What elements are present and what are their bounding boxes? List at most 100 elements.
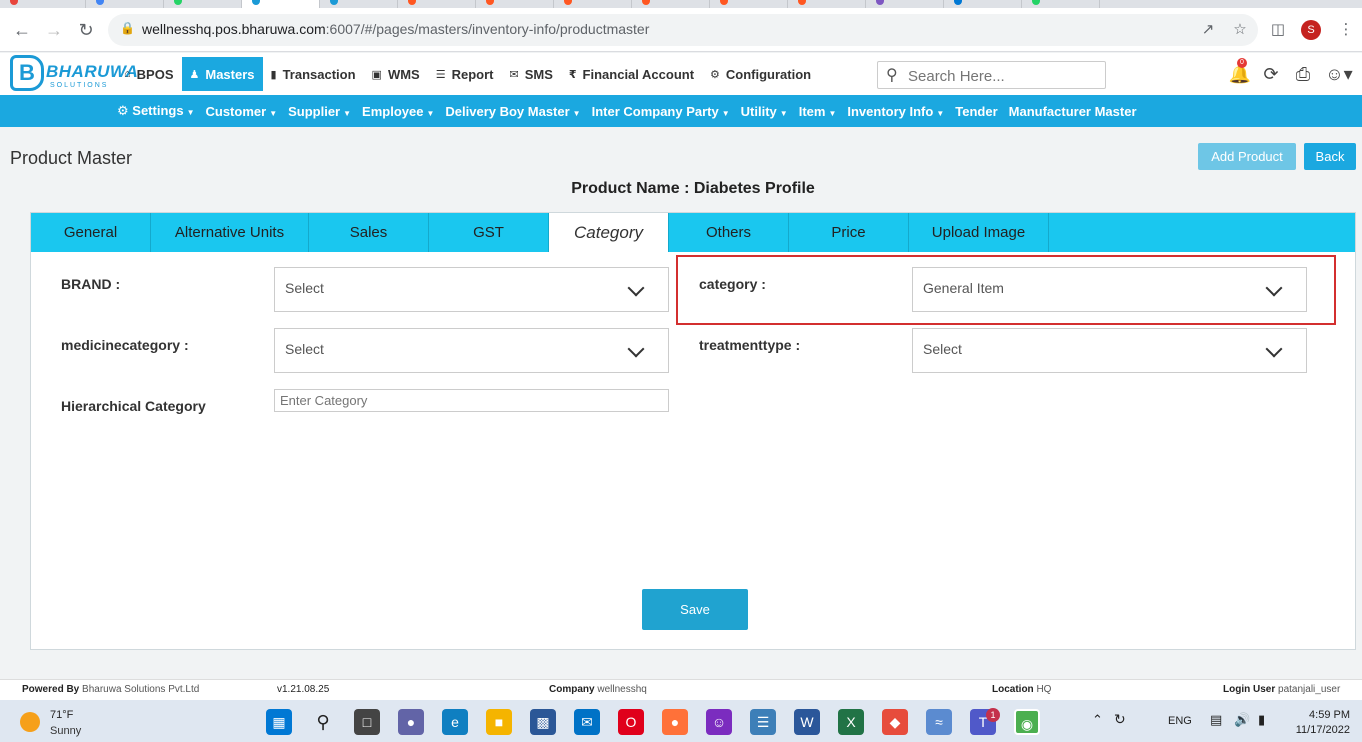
bharuwa-logo[interactable]: B BHARUWA SOLUTIONS — [10, 55, 138, 93]
menu-financial-account[interactable]: ₹ Financial Account — [561, 57, 702, 91]
app-icon[interactable]: ☺ — [706, 709, 732, 735]
treatmenttype-select[interactable]: Select — [912, 328, 1307, 373]
excel-icon[interactable]: X — [838, 709, 864, 735]
subnav-supplier[interactable]: Supplier ▼ — [288, 104, 351, 119]
subnav-manufacturer-master[interactable]: Manufacturer Master — [1009, 104, 1137, 119]
firefox-icon[interactable]: ● — [662, 709, 688, 735]
brand-select[interactable]: Select — [274, 267, 669, 312]
browser-tab[interactable] — [710, 0, 788, 8]
search-icon[interactable]: ⚲ — [310, 709, 336, 735]
browser-tab[interactable] — [476, 0, 554, 8]
kebab-menu-icon[interactable]: ⋮ — [1336, 20, 1356, 40]
tab-others[interactable]: Others — [669, 213, 789, 252]
opera-icon[interactable]: O — [618, 709, 644, 735]
menu-label: Financial Account — [582, 66, 695, 82]
medicinecategory-select[interactable]: Select — [274, 328, 669, 373]
browser-tab[interactable] — [320, 0, 398, 8]
subnav-employee[interactable]: Employee ▼ — [362, 104, 434, 119]
caret-down-icon: ▼ — [343, 108, 352, 118]
forward-arrow-icon[interactable]: → — [42, 18, 66, 42]
sync-icon[interactable]: ↻ — [1114, 711, 1126, 728]
profile-avatar[interactable]: S — [1301, 20, 1321, 40]
word-icon[interactable]: W — [794, 709, 820, 735]
chevron-down-icon — [627, 340, 645, 358]
browser-tab[interactable] — [1022, 0, 1100, 8]
browser-tab[interactable] — [788, 0, 866, 8]
subnav-label: Supplier — [288, 103, 341, 119]
menu-label: BPOS — [136, 66, 174, 82]
browser-tab[interactable] — [164, 0, 242, 8]
anydesk-icon[interactable]: ◆ — [882, 709, 908, 735]
browser-tab[interactable] — [944, 0, 1022, 8]
tab-category[interactable]: Category — [549, 213, 669, 252]
file-explorer-icon[interactable]: ■ — [486, 709, 512, 735]
menu-report[interactable]: ☰ Report — [428, 57, 502, 91]
tab-gst[interactable]: GST — [429, 213, 549, 252]
tab-upload-image[interactable]: Upload Image — [909, 213, 1049, 252]
print-icon[interactable]: ⎙ — [1291, 62, 1315, 86]
subnav-inventory-info[interactable]: Inventory Info ▼ — [847, 104, 944, 119]
url-bar[interactable]: 🔒 wellnesshq.pos.bharuwa.com:6007/#/page… — [108, 14, 1258, 46]
network-icon[interactable]: ▤ — [1210, 712, 1222, 728]
browser-tab[interactable] — [632, 0, 710, 8]
speaker-icon[interactable]: 🔊 — [1234, 712, 1250, 728]
subnav-customer[interactable]: Customer ▼ — [206, 104, 278, 119]
clock-time: 4:59 PM — [1309, 709, 1350, 721]
browser-tab[interactable] — [86, 0, 164, 8]
menu-label: Transaction — [282, 66, 356, 82]
subnav-tender[interactable]: Tender — [955, 104, 997, 119]
reload-icon[interactable]: ↻ — [74, 18, 98, 42]
tab-sales[interactable]: Sales — [309, 213, 429, 252]
browser-tab[interactable] — [554, 0, 632, 8]
menu-masters[interactable]: ♟ Masters — [181, 57, 263, 91]
user-account-icon[interactable]: ☺▾ — [1322, 62, 1356, 86]
menu-bpos[interactable]: ⌂ BPOS — [116, 57, 182, 91]
mail-icon[interactable]: ✉ — [574, 709, 600, 735]
chevron-down-icon — [1265, 340, 1283, 358]
browser-tab[interactable] — [866, 0, 944, 8]
store-icon[interactable]: ▩ — [530, 709, 556, 735]
search-input[interactable] — [908, 66, 1098, 86]
menu-transaction[interactable]: ▮ Transaction — [263, 57, 364, 91]
gear-icon: ⚙ — [710, 68, 720, 81]
back-arrow-icon[interactable]: ← — [10, 18, 34, 42]
chat-icon[interactable]: ● — [398, 709, 424, 735]
monitor-icon[interactable]: ≈ — [926, 709, 952, 735]
clock-date: 11/17/2022 — [1295, 724, 1350, 736]
browser-tab[interactable] — [398, 0, 476, 8]
subnav-delivery-boy-master[interactable]: Delivery Boy Master ▼ — [445, 104, 580, 119]
save-button[interactable]: Save — [642, 589, 748, 630]
chrome-icon[interactable]: ◉ — [1014, 709, 1040, 735]
add-product-button[interactable]: Add Product — [1198, 143, 1296, 170]
clock[interactable]: 4:59 PM 11/17/2022 — [1290, 708, 1350, 738]
sidebar-toggle-icon[interactable]: ◫ — [1268, 20, 1288, 40]
browser-tab-active[interactable] — [242, 0, 320, 8]
battery-icon[interactable]: ▮ — [1258, 712, 1265, 728]
edge-icon[interactable]: e — [442, 709, 468, 735]
menu-configuration[interactable]: ⚙ Configuration — [702, 57, 819, 91]
chevron-up-icon[interactable]: ⌃ — [1092, 712, 1103, 728]
tab-price[interactable]: Price — [789, 213, 909, 252]
tab-general[interactable]: General — [31, 213, 151, 252]
subnav-label: Inventory Info — [847, 103, 934, 119]
notification-badge: 0 — [1237, 58, 1247, 68]
task-view-icon[interactable]: □ — [354, 709, 380, 735]
share-icon[interactable]: ↗ — [1198, 20, 1218, 40]
subnav-settings[interactable]: ⚙ Settings ▼ — [117, 103, 195, 119]
star-icon[interactable]: ☆ — [1230, 20, 1250, 40]
notepad-icon[interactable]: ☰ — [750, 709, 776, 735]
refresh-icon[interactable]: ⟳ — [1259, 62, 1283, 86]
subnav-utility[interactable]: Utility ▼ — [741, 104, 788, 119]
windows-start-icon[interactable]: ▦ — [266, 709, 292, 735]
language-indicator[interactable]: ENG — [1168, 715, 1192, 727]
tab-alternative-units[interactable]: Alternative Units — [151, 213, 309, 252]
subnav-label: Customer — [205, 103, 267, 119]
subnav-inter-company-party[interactable]: Inter Company Party ▼ — [592, 104, 730, 119]
menu-wms[interactable]: ▣ WMS — [364, 57, 428, 91]
menu-sms[interactable]: ✉ SMS — [502, 57, 561, 91]
menu-label: Configuration — [725, 66, 812, 82]
hierarchical-category-input[interactable] — [275, 390, 668, 411]
browser-tab[interactable] — [0, 0, 86, 8]
subnav-item[interactable]: Item ▼ — [799, 104, 837, 119]
back-button[interactable]: Back — [1304, 143, 1356, 170]
